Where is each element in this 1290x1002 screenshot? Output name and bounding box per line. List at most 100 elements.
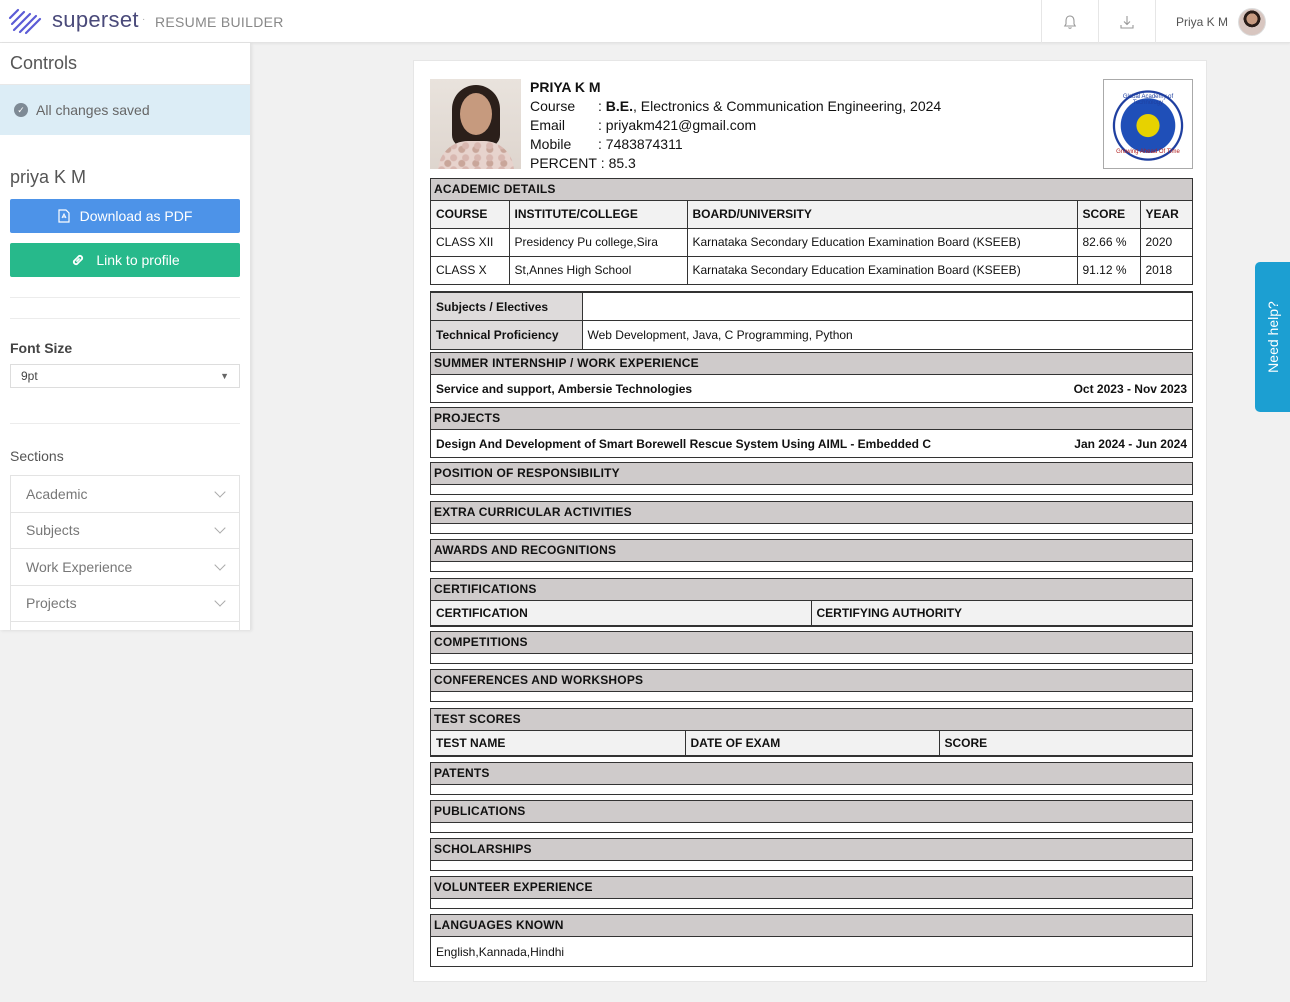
chevron-down-icon [214,486,226,498]
test-scores-section: TEST SCORES TEST NAME DATE OF EXAM SCORE [430,708,1193,757]
check-circle-icon: ✓ [14,103,28,117]
section-item-label: Subjects [26,522,80,539]
test-scores-table: TEST NAME DATE OF EXAM SCORE [431,731,1192,756]
table-row: Subjects / Electives [431,292,1192,321]
course-key: Course [530,98,576,114]
section-heading: PATENTS [431,763,1192,785]
caret-down-icon: ▼ [220,371,229,381]
table-cell: Karnataka Secondary Education Examinatio… [686,255,1078,284]
section-heading: SUMMER INTERNSHIP / WORK EXPERIENCE [431,353,1192,375]
sections-label: Sections [10,448,64,464]
section-item-work-experience[interactable]: Work Experience [11,549,239,586]
subjects-section: Subjects / Electives Technical Proficien… [430,291,1193,350]
table-cell: CLASS X [431,255,510,284]
save-status-banner: ✓ All changes saved [0,85,250,135]
seal-top-text: Global Academy of Technology [1122,94,1174,106]
course-degree: B.E. [605,98,634,114]
user-name: Priya K M [1176,14,1229,29]
table-header: SCORE [1076,201,1141,229]
table-header: INSTITUTE/COLLEGE [508,201,688,229]
technical-label: Technical Proficiency [431,320,583,349]
certifications-table: CERTIFICATION CERTIFYING AUTHORITY [431,601,1192,626]
superset-logo-icon[interactable] [8,6,44,36]
list-item: English,Kannada,Hindhi [431,937,1192,966]
table-cell: Presidency Pu college,Sira [508,227,688,257]
electives-label: Subjects / Electives [431,292,583,321]
table-cell: CLASS XII [431,227,510,257]
brand-separator: · [142,14,146,25]
download-button[interactable] [1098,0,1155,43]
academic-table: COURSE INSTITUTE/COLLEGE BOARD/UNIVERSIT… [431,201,1192,284]
project-entry: Design And Development of Smart Borewell… [436,436,931,451]
conferences-section: CONFERENCES AND WORKSHOPS [430,669,1193,702]
section-heading: PUBLICATIONS [431,801,1192,823]
pdf-file-icon [57,209,70,223]
table-cell: 2020 [1139,227,1192,257]
internship-entry: Service and support, Ambersie Technologi… [436,381,693,396]
section-item-more[interactable] [11,622,239,630]
download-icon [1120,15,1134,29]
projects-section: PROJECTS Design And Development of Smart… [430,407,1193,458]
link-to-profile-label: Link to profile [96,252,180,268]
table-cell: 82.66 % [1076,227,1141,257]
table-header: SCORE [938,731,1192,756]
table-header: CERTIFYING AUTHORITY [810,601,1192,626]
college-logo: Global Academy of Technology Growing Ahe… [1103,79,1193,169]
top-bar: superset · RESUME BUILDER Priya K M [0,0,1290,43]
table-row: CLASS XII Presidency Pu college,Sira Kar… [431,227,1192,257]
section-item-academic[interactable]: Academic [11,476,239,513]
section-heading: CERTIFICATIONS [431,579,1192,601]
competitions-section: COMPETITIONS [430,631,1193,664]
publications-section: PUBLICATIONS [430,800,1193,833]
internship-section: SUMMER INTERNSHIP / WORK EXPERIENCE Serv… [430,352,1193,403]
table-header: CERTIFICATION [431,601,812,626]
divider [10,297,240,298]
resume-header: PRIYA K M Course: B.E., Electronics & Co… [530,79,942,171]
internship-dates: Oct 2023 - Nov 2023 [1073,381,1187,396]
table-header: YEAR [1139,201,1192,229]
certifications-section: CERTIFICATIONS CERTIFICATION CERTIFYING … [430,578,1193,627]
table-cell: 2018 [1139,255,1192,284]
mobile-key: Mobile [530,136,572,152]
volunteer-section: VOLUNTEER EXPERIENCE [430,876,1193,909]
table-cell: Karnataka Secondary Education Examinatio… [686,227,1078,257]
extracurricular-section: EXTRA CURRICULAR ACTIVITIES [430,501,1193,534]
bell-icon [1063,14,1077,29]
divider [10,423,240,424]
save-status-text: All changes saved [36,102,150,118]
section-heading: SCHOLARSHIPS [431,839,1192,861]
need-help-tab[interactable]: Need help? [1255,262,1290,412]
section-item-subjects[interactable]: Subjects [11,513,239,549]
patents-section: PATENTS [430,762,1193,795]
table-header: DATE OF EXAM [684,731,940,756]
chevron-down-icon [214,559,226,571]
email-key: Email [530,117,566,133]
chevron-down-icon [214,522,226,534]
project-dates: Jan 2024 - Jun 2024 [1074,436,1187,451]
technical-value: Web Development, Java, C Programming, Py… [581,320,1192,349]
table-header: TEST NAME [431,731,686,756]
table-cell: St,Annes High School [508,255,688,284]
notifications-button[interactable] [1041,0,1098,43]
percent-key: PERCENT [530,155,597,171]
controls-sidebar: Controls ✓ All changes saved priya K M D… [0,43,251,630]
subjects-table: Subjects / Electives Technical Proficien… [431,292,1192,349]
section-heading: COMPETITIONS [431,632,1192,654]
mobile-value: 7483874311 [605,136,683,152]
brand-name[interactable]: superset [52,7,139,33]
section-item-projects[interactable]: Projects [11,586,239,622]
email-value: priyakm421@gmail.com [605,117,757,133]
download-pdf-button[interactable]: Download as PDF [10,199,240,233]
table-row: CLASS X St,Annes High School Karnataka S… [431,255,1192,284]
font-size-value: 9pt [21,369,38,383]
user-menu[interactable]: Priya K M [1155,0,1290,43]
download-pdf-label: Download as PDF [79,208,193,224]
font-size-select[interactable]: 9pt ▼ [10,364,240,388]
product-name: RESUME BUILDER [155,14,284,30]
section-heading: VOLUNTEER EXPERIENCE [431,877,1192,899]
section-heading: ACADEMIC DETAILS [431,179,1192,201]
academic-section: ACADEMIC DETAILS COURSE INSTITUTE/COLLEG… [430,178,1193,285]
section-heading: POSITION OF RESPONSIBILITY [431,463,1192,485]
avatar [1238,7,1267,36]
link-to-profile-button[interactable]: Link to profile [10,243,240,277]
